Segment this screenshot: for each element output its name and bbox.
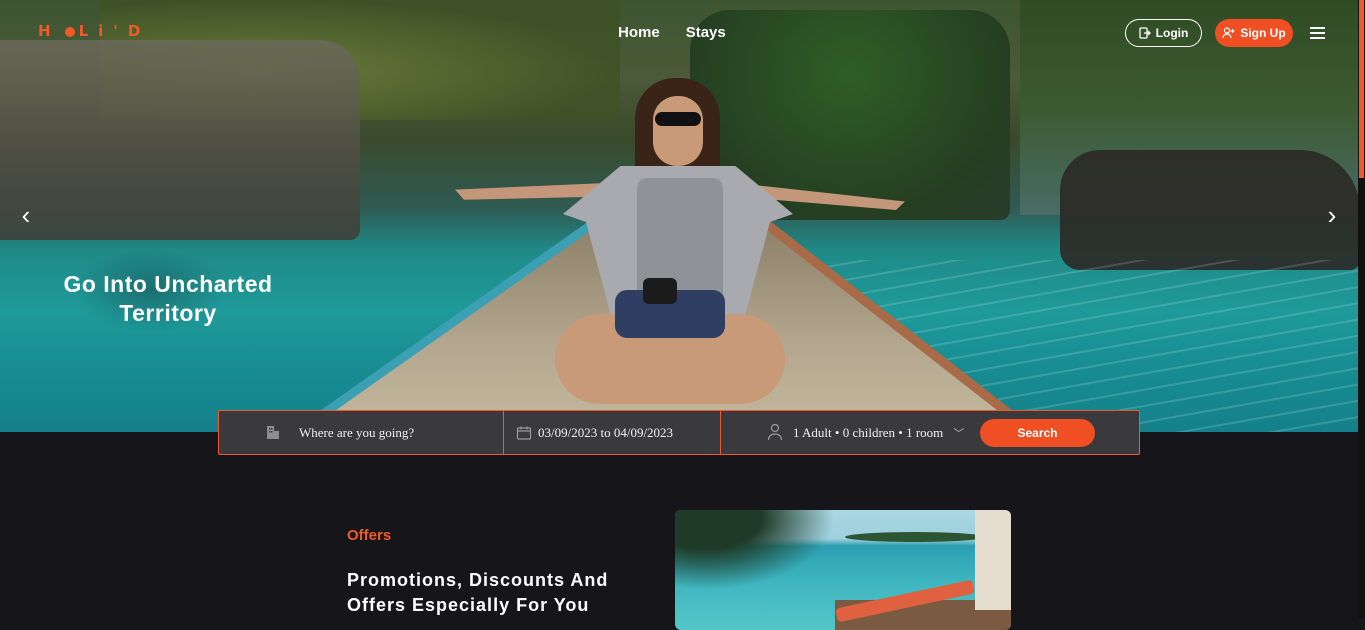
main-nav: Home Stays [618, 24, 726, 41]
sun-dot-icon [64, 26, 75, 37]
top-navbar: H Li'D Home Stays Login Sign Up [0, 0, 1365, 66]
chevron-down-icon[interactable]: ﹀ [953, 425, 964, 441]
destination-field[interactable]: Where are you going? [219, 411, 504, 454]
nav-stays[interactable]: Stays [686, 24, 726, 41]
offer-image[interactable] [675, 510, 1011, 630]
offers-title: Promotions, Discounts And Offers Especia… [347, 570, 609, 615]
building-icon [267, 426, 279, 439]
search-button[interactable]: Search [980, 419, 1095, 447]
hero-title: Go Into Uncharted Territory [63, 271, 273, 326]
brand-logo[interactable]: H Li'D [38, 22, 150, 40]
person-icon [767, 423, 783, 441]
offers-kicker: Offers [347, 527, 392, 544]
signup-button[interactable]: Sign Up [1215, 19, 1293, 47]
user-plus-icon [1222, 27, 1235, 39]
chevron-left-icon[interactable]: ‹ [16, 202, 36, 228]
calendar-icon [516, 426, 532, 440]
scrollbar-thumb[interactable] [1359, 0, 1364, 178]
login-button[interactable]: Login [1125, 19, 1202, 47]
guests-value: 1 Adult • 0 children • 1 room [793, 424, 944, 440]
traveler-image [455, 78, 905, 413]
date-range-field[interactable]: 03/09/2023 to 04/09/2023 [504, 411, 721, 454]
login-icon [1139, 27, 1151, 39]
search-bar: Where are you going? 03/09/2023 to 04/09… [218, 410, 1140, 455]
date-range-value: 03/09/2023 to 04/09/2023 [538, 424, 674, 440]
hamburger-menu-icon[interactable] [1310, 27, 1325, 39]
chevron-right-icon[interactable]: › [1322, 202, 1342, 228]
destination-placeholder: Where are you going? [299, 424, 415, 440]
nav-home[interactable]: Home [618, 24, 660, 41]
